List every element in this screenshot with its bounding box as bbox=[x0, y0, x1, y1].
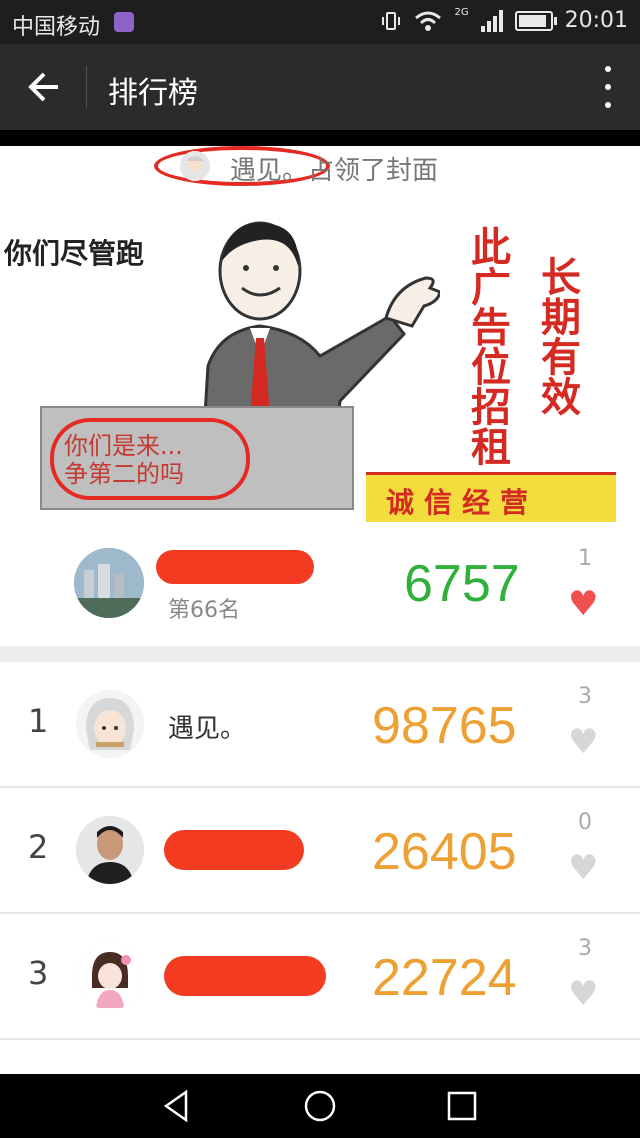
step-count: 98765 bbox=[372, 697, 517, 755]
cover-slogan: 你们尽管跑 bbox=[4, 237, 145, 270]
system-nav-bar bbox=[0, 1074, 640, 1138]
page-title: 排行榜 bbox=[108, 76, 198, 111]
toolbar-shadow bbox=[0, 130, 640, 146]
my-rank-label: 第66名 bbox=[168, 598, 240, 623]
wifi-icon bbox=[415, 11, 442, 31]
ad-text-column-1: 此广告位招租 bbox=[464, 226, 510, 466]
app-toolbar: 排行榜 bbox=[0, 44, 640, 130]
user-avatar[interactable] bbox=[76, 816, 144, 884]
clock: 20:01 bbox=[564, 8, 628, 33]
back-arrow-icon[interactable] bbox=[22, 64, 68, 110]
ad-text-column-2: 长期有效 bbox=[534, 256, 580, 416]
step-count: 22724 bbox=[372, 949, 517, 1007]
podium-text-line1: 你们是来... bbox=[64, 432, 183, 460]
cover-owner-text: 遇见。占领了封面 bbox=[230, 156, 439, 186]
my-avatar[interactable] bbox=[74, 548, 144, 618]
rank-number: 2 bbox=[28, 828, 49, 866]
ranking-row[interactable]: 1 遇见。 98765 3 ♥ bbox=[0, 662, 640, 788]
app-notification-icon bbox=[114, 12, 134, 32]
podium-text-line2: 争第二的吗 bbox=[64, 460, 184, 488]
like-count: 3 bbox=[578, 936, 592, 961]
redacted-name bbox=[164, 830, 304, 870]
heart-icon[interactable]: ♥ bbox=[568, 974, 598, 1014]
heart-icon[interactable]: ♥ bbox=[568, 584, 598, 624]
cover-owner-avatar bbox=[180, 151, 210, 181]
ranking-row[interactable]: 3 22724 3 ♥ bbox=[0, 914, 640, 1040]
battery-icon bbox=[514, 10, 557, 31]
user-avatar[interactable] bbox=[76, 690, 144, 758]
nav-home-icon[interactable] bbox=[302, 1088, 338, 1124]
slogan-banner: 诚信经营 bbox=[366, 472, 616, 522]
status-bar: 中国移动 2G 20:01 bbox=[0, 0, 640, 44]
banner-text: 诚信经营 bbox=[386, 486, 539, 519]
network-type-label: 2G bbox=[454, 7, 469, 18]
carrier-label: 中国移动 bbox=[12, 15, 101, 40]
like-count: 3 bbox=[578, 684, 592, 709]
podium-text: 你们是来... 争第二的吗 bbox=[64, 432, 184, 488]
ranking-row[interactable]: 2 26405 0 ♥ bbox=[0, 788, 640, 914]
heart-icon[interactable]: ♥ bbox=[568, 722, 598, 762]
cover-owner: 遇见。占领了封面 bbox=[150, 146, 480, 186]
step-count: 26405 bbox=[372, 823, 517, 881]
redacted-name bbox=[156, 550, 314, 584]
ranking-list: 1 遇见。 98765 3 ♥ 2 26405 0 ♥ 3 22724 3 ♥ bbox=[0, 662, 640, 1080]
cover-image[interactable]: 遇见。占领了封面 你们尽管跑 你们是来... 争第二的吗 此广告位招租 长期有效… bbox=[0, 146, 640, 522]
my-rank-row[interactable]: 第66名 6757 1 ♥ bbox=[0, 522, 640, 646]
user-name: 遇见。 bbox=[168, 714, 247, 744]
my-like-count: 1 bbox=[578, 546, 592, 571]
status-icons: 2G 20:01 bbox=[380, 7, 628, 33]
heart-icon[interactable]: ♥ bbox=[568, 848, 598, 888]
more-options-icon[interactable] bbox=[598, 66, 618, 108]
toolbar-divider bbox=[86, 66, 87, 108]
user-avatar[interactable] bbox=[76, 942, 144, 1010]
nav-recent-icon[interactable] bbox=[444, 1088, 480, 1124]
nav-back-icon[interactable] bbox=[160, 1088, 196, 1124]
redacted-name bbox=[164, 956, 326, 996]
my-step-count: 6757 bbox=[404, 555, 520, 613]
vibrate-icon bbox=[382, 11, 401, 30]
section-divider bbox=[0, 646, 640, 662]
signal-icon bbox=[480, 9, 503, 32]
rank-number: 1 bbox=[28, 702, 49, 740]
like-count: 0 bbox=[578, 810, 592, 835]
rank-number: 3 bbox=[28, 954, 49, 992]
